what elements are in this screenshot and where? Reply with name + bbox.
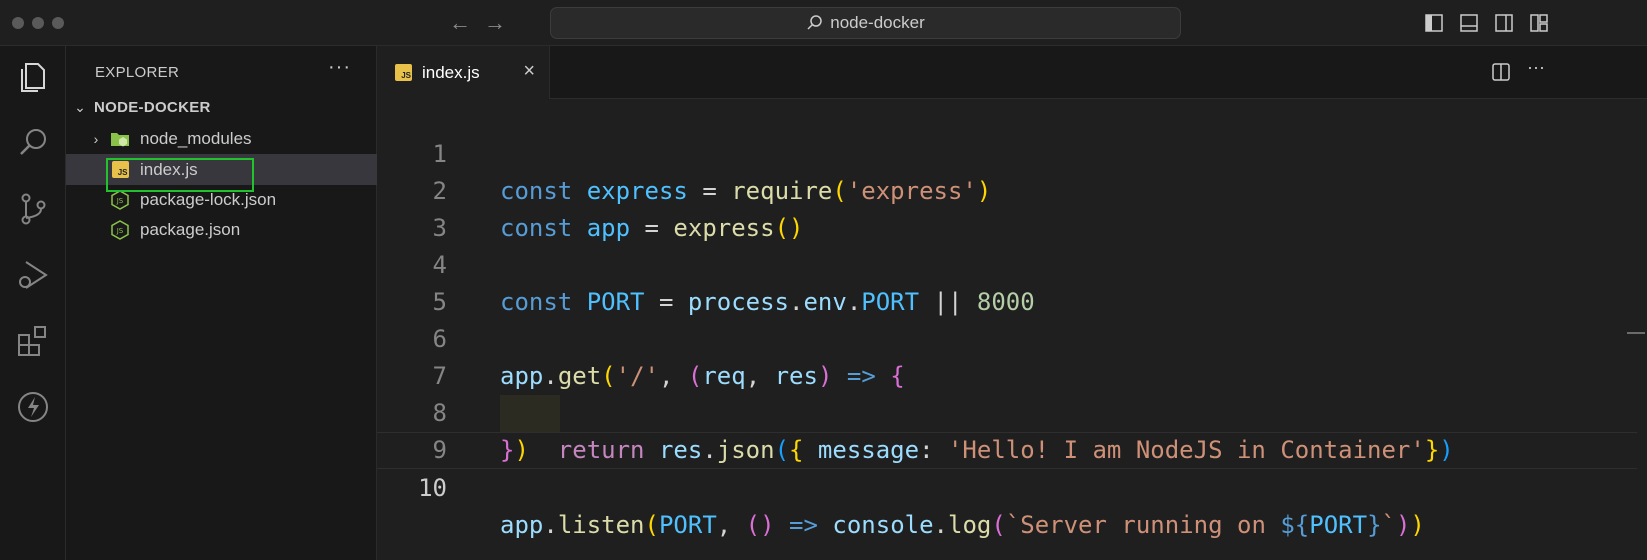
tree-item-label: node_modules [140,128,252,148]
source-control-icon[interactable] [12,188,54,230]
toggle-secondary-sidebar-icon[interactable] [1494,13,1514,33]
command-center-text: node-docker [830,13,925,32]
code-line: 3 [377,173,1637,242]
title-bar: ← → node-docker [0,0,1647,46]
code-line: 1 const express = require('express') [377,99,1637,205]
search-icon[interactable] [12,122,54,164]
toggle-panel-icon[interactable] [1459,13,1479,33]
close-icon[interactable]: × [523,60,535,83]
editor-tab-bar: JS index.js × ··· [377,46,1647,99]
minimize-window-button[interactable] [32,17,44,29]
tree-item-label: package-lock.json [140,189,277,209]
code-line: 7 return res.json({ message: 'Hello! I a… [377,321,1637,464]
tree-item-package-json[interactable]: JS package.json [66,214,377,245]
code-line: 9 [377,395,1637,464]
code-line: 4 const PORT = process.env.PORT || 8000 [377,210,1637,316]
activity-bar [0,46,66,560]
more-actions-icon[interactable]: ··· [1527,57,1545,78]
line-number: 10 [418,474,447,502]
tree-item-node-modules[interactable]: › node_modules [66,123,377,154]
extensions-icon[interactable] [12,320,54,362]
tree-item-label: package.json [140,219,241,239]
split-editor-icon[interactable] [1491,62,1511,82]
arrow-right-icon[interactable]: → [484,10,506,36]
customize-layout-icon[interactable] [1529,13,1549,33]
code-editor[interactable]: 1 const express = require('express') 2 c… [377,99,1647,560]
chevron-down-icon: ⌄ [74,99,86,115]
tree-root-folder[interactable]: ⌄ NODE-DOCKER [66,92,377,123]
highlight-annotation-box [106,158,254,192]
explorer-sidebar: EXPLORER ··· ⌄ NODE-DOCKER › node_module… [66,46,377,560]
code-line: 2 const app = express() [377,136,1637,242]
tab-index-js[interactable]: JS index.js × [377,46,550,99]
code-line: 6 app.get('/', (req, res) => { [377,284,1637,390]
svg-text:JS: JS [116,197,124,205]
scrollbar-marker [1627,332,1645,334]
tab-label: index.js [422,62,480,82]
command-center-search[interactable]: node-docker [550,7,1181,39]
svg-text:JS: JS [116,227,124,235]
thunder-client-icon[interactable] [12,386,54,428]
root-folder-label: NODE-DOCKER [94,99,211,116]
nodejs-file-icon: JS [110,219,130,240]
chevron-right-icon: › [93,130,99,147]
folder-icon [110,129,130,149]
code-line: 5 [377,247,1637,316]
more-actions-icon[interactable]: ··· [328,56,351,79]
run-debug-icon[interactable] [12,254,54,296]
search-icon [807,15,822,30]
arrow-left-icon[interactable]: ← [449,10,471,36]
nodejs-file-icon: JS [110,189,130,210]
javascript-file-icon: JS [395,64,412,81]
maximize-window-button[interactable] [52,17,64,29]
explorer-icon[interactable] [12,56,54,98]
toggle-primary-sidebar-icon[interactable] [1424,13,1444,33]
code-line-current: 10 app.listen(PORT, () => console.log(`S… [377,432,1637,539]
explorer-title: EXPLORER [95,64,180,81]
close-window-button[interactable] [12,17,24,29]
code-line: 8 }) [377,358,1637,464]
